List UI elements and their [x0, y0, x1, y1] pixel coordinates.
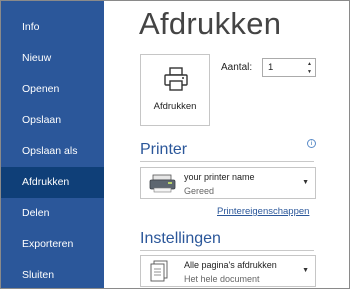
caret-down-icon: ▼	[302, 267, 309, 274]
sidebar-item-print[interactable]: Afdrukken	[1, 167, 104, 198]
pages-dropdown[interactable]: Alle pagina's afdrukken Het hele documen…	[140, 255, 316, 287]
page-title: Afdrukken	[139, 6, 282, 41]
print-button-label: Afdrukken	[153, 101, 197, 112]
document-pages-icon	[150, 260, 168, 282]
settings-divider	[140, 250, 314, 251]
backstage-window: Info Nieuw Openen Opslaan Opslaan als Af…	[0, 0, 350, 289]
pages-description: Het hele document	[184, 274, 260, 284]
info-icon[interactable]: i	[307, 139, 316, 148]
sidebar-item-open[interactable]: Openen	[1, 74, 104, 105]
printer-divider	[140, 161, 314, 162]
settings-heading: Instellingen	[140, 230, 221, 247]
copies-stepper[interactable]: 1 ▲ ▼	[262, 58, 316, 77]
spin-down-icon[interactable]: ▼	[307, 69, 312, 75]
printer-status: Gereed	[184, 186, 215, 196]
sidebar-item-info[interactable]: Info	[1, 12, 104, 43]
sidebar-item-close[interactable]: Sluiten	[1, 260, 104, 288]
printer-heading: Printer	[140, 141, 188, 158]
printer-icon	[164, 67, 188, 91]
print-panel: Afdrukken Afdrukken Aantal: 1 ▲ ▼ Printe…	[104, 1, 349, 288]
sidebar: Info Nieuw Openen Opslaan Opslaan als Af…	[1, 1, 104, 288]
sidebar-item-export[interactable]: Exporteren	[1, 229, 104, 260]
sidebar-item-new[interactable]: Nieuw	[1, 43, 104, 74]
sidebar-item-save-as[interactable]: Opslaan als	[1, 136, 104, 167]
sidebar-item-save[interactable]: Opslaan	[1, 105, 104, 136]
sidebar-item-share[interactable]: Delen	[1, 198, 104, 229]
copies-value: 1	[268, 62, 274, 73]
spin-up-icon[interactable]: ▲	[307, 61, 312, 67]
printer-properties-link[interactable]: Printereigenschappen	[217, 206, 309, 217]
caret-down-icon: ▼	[302, 179, 309, 186]
printer-device-icon	[149, 174, 176, 193]
pages-option: Alle pagina's afdrukken	[184, 260, 277, 270]
copies-label: Aantal:	[221, 62, 253, 73]
printer-name: your printer name	[184, 172, 255, 182]
print-button[interactable]: Afdrukken	[140, 54, 210, 126]
printer-dropdown[interactable]: your printer name Gereed ▼	[140, 167, 316, 199]
